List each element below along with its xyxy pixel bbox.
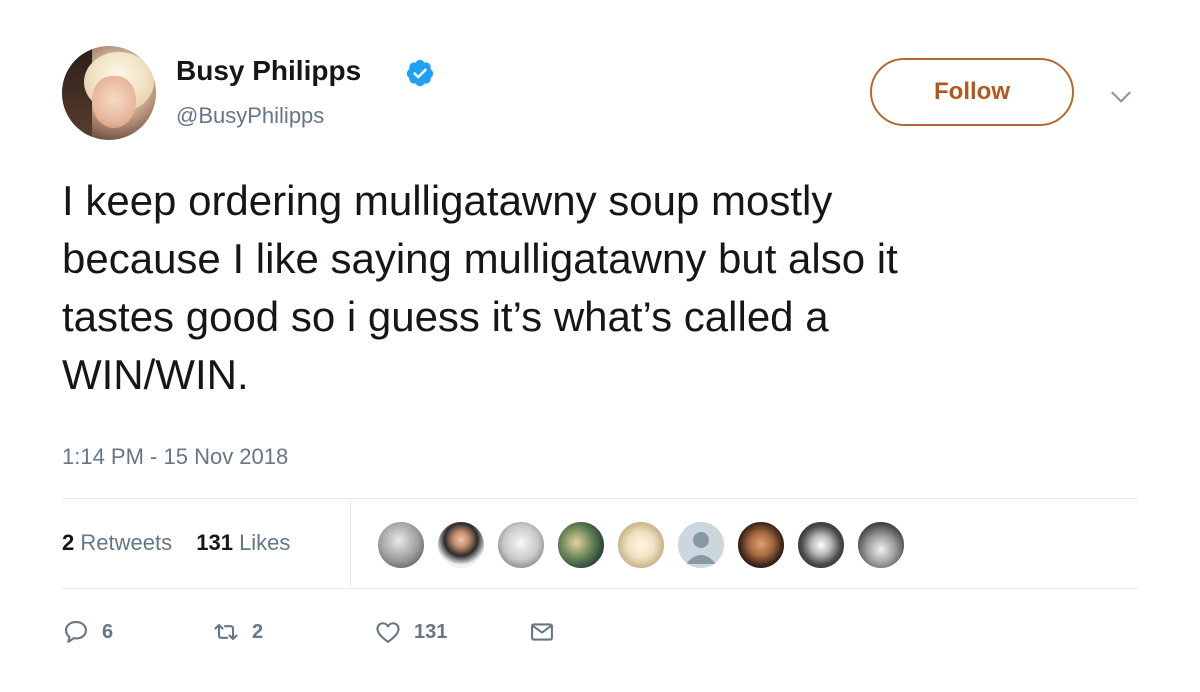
- likes-count: 131: [196, 530, 233, 555]
- liker-avatar[interactable]: [856, 520, 906, 570]
- reply-count: 6: [102, 620, 114, 643]
- chevron-down-icon[interactable]: [1108, 84, 1134, 110]
- retweet-button[interactable]: 2: [212, 612, 263, 652]
- follow-button[interactable]: Follow: [870, 58, 1074, 126]
- reply-button[interactable]: 6: [62, 612, 113, 652]
- retweet-icon: [214, 623, 238, 641]
- retweets-stat[interactable]: 2 Retweets: [62, 530, 172, 555]
- verified-badge-icon: [406, 59, 434, 87]
- liker-avatars: [376, 520, 916, 570]
- retweets-label: Retweets: [80, 530, 173, 555]
- like-button[interactable]: 131: [374, 612, 447, 652]
- tweet-card: Busy Philipps @BusyPhilipps Follow I kee…: [0, 0, 1200, 692]
- retweets-count: 2: [62, 530, 75, 555]
- tweet-timestamp[interactable]: 1:14 PM - 15 Nov 2018: [62, 444, 288, 470]
- like-count: 131: [414, 620, 448, 643]
- likes-stat[interactable]: 131 Likes: [196, 530, 290, 555]
- liker-avatar[interactable]: [436, 520, 486, 570]
- liker-avatar[interactable]: [616, 520, 666, 570]
- liker-avatar[interactable]: [496, 520, 546, 570]
- reply-icon: [65, 621, 87, 643]
- tweet-text: I keep ordering mulligatawny soup mostly…: [62, 177, 898, 398]
- author-name[interactable]: Busy Philipps: [176, 55, 361, 87]
- divider: [62, 588, 1138, 589]
- tweet-stats: 2 Retweets 131 Likes: [62, 530, 308, 556]
- retweet-count: 2: [252, 620, 264, 643]
- envelope-icon: [531, 623, 553, 641]
- author-handle[interactable]: @BusyPhilipps: [176, 103, 324, 129]
- liker-avatar[interactable]: [556, 520, 606, 570]
- stats-divider: [350, 499, 351, 588]
- direct-message-button[interactable]: [528, 612, 556, 652]
- heart-icon: [376, 622, 400, 643]
- liker-avatar[interactable]: [376, 520, 426, 570]
- author-avatar[interactable]: [62, 46, 156, 140]
- liker-avatar[interactable]: [796, 520, 846, 570]
- likes-label: Likes: [239, 530, 291, 555]
- default-avatar-icon: [686, 532, 716, 564]
- liker-avatar[interactable]: [676, 520, 726, 570]
- liker-avatar[interactable]: [736, 520, 786, 570]
- divider: [62, 498, 1138, 499]
